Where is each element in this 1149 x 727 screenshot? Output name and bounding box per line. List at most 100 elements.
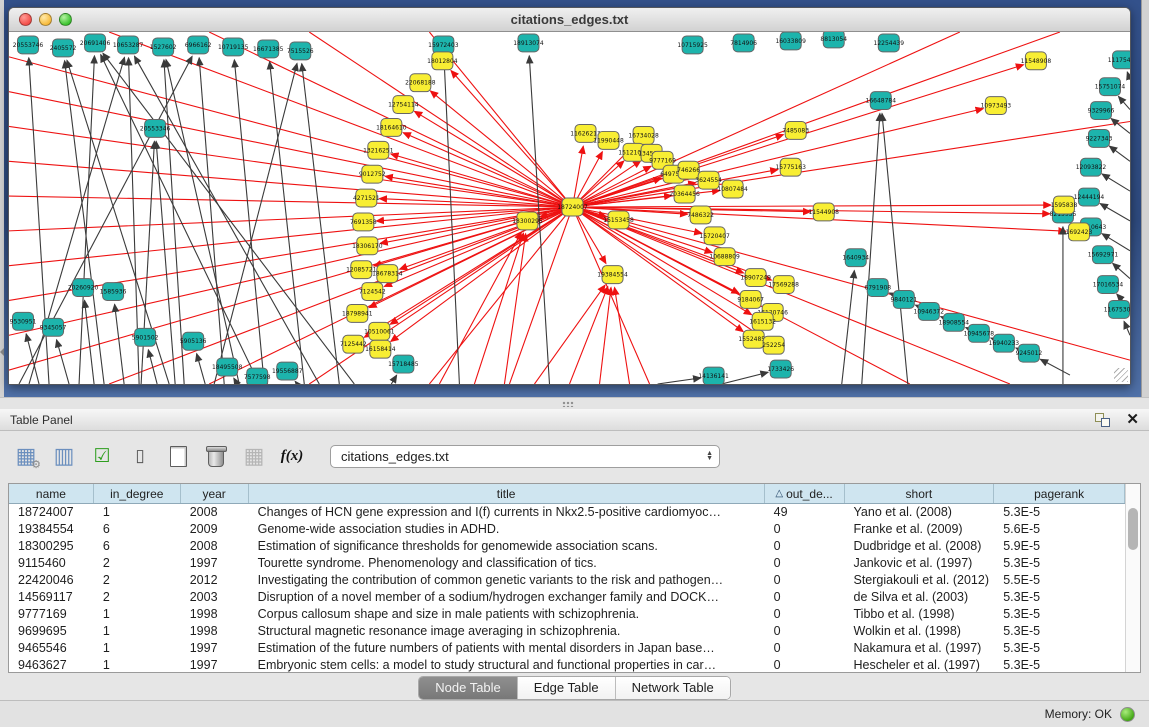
table-cell[interactable]: 2 [94,589,181,606]
graph-node-17016534[interactable]: 17016534 [1093,276,1124,294]
table-row[interactable]: 969969511998Structural magnetic resonanc… [9,623,1125,640]
table-row[interactable]: 946362711997Embryonic stem cells: a mode… [9,657,1125,672]
table-cell[interactable]: Disruption of a novel member of a sodium… [249,589,765,606]
graph-node-9345057[interactable]: 9345057 [40,318,67,336]
table-cell[interactable]: 1 [94,623,181,640]
graph-node-7515526[interactable]: 7515526 [287,42,314,60]
table-cell[interactable]: 0 [765,538,845,555]
table-row[interactable]: 2242004622012Investigating the contribut… [9,572,1125,589]
citation-edge-black[interactable] [295,381,297,384]
function-builder-icon[interactable]: f(x) [278,442,306,470]
window-resize-grip[interactable] [1114,368,1128,382]
graph-node-20553746[interactable]: 20553746 [13,36,44,54]
table-cell[interactable]: Embryonic stem cells: a model to study s… [249,657,765,672]
table-cell[interactable]: 5.3E-5 [994,555,1125,572]
graph-node-7577598[interactable]: 7577598 [244,368,271,384]
tab-network-table[interactable]: Network Table [616,677,730,699]
table-cell[interactable]: Hescheler et al. (1997) [845,657,995,672]
graph-node-6966162[interactable]: 6966162 [185,36,212,54]
graph-node-18678314[interactable]: 18678314 [372,265,403,283]
table-row[interactable]: 1938455462009Genome-wide association stu… [9,521,1125,538]
column-header-name[interactable]: name [9,484,94,503]
table-cell[interactable]: Nakamura et al. (1997) [845,640,995,657]
tab-edge-table[interactable]: Edge Table [518,677,616,699]
citation-edge-black[interactable] [391,375,396,384]
graph-node-10946372[interactable]: 10946372 [914,302,945,320]
scrollbar-thumb[interactable] [1128,508,1138,550]
table-cell[interactable]: 5.6E-5 [994,521,1125,538]
table-cell[interactable]: Changes of HCN gene expression and I(f) … [249,504,765,521]
citation-edge-red[interactable] [573,32,960,207]
table-cell[interactable]: de Silva et al. (2003) [845,589,995,606]
collapse-panel-arrow-icon[interactable] [0,348,4,356]
citation-edge-red[interactable] [439,232,521,384]
table-cell[interactable]: 2 [94,555,181,572]
graph-node-10807484[interactable]: 10807484 [717,180,748,198]
graph-node-18913074[interactable]: 18913074 [513,34,544,52]
graph-node-18164610[interactable]: 18164610 [376,119,407,137]
table-cell[interactable]: 9115460 [9,555,94,572]
citation-edge-red[interactable] [309,207,572,384]
graph-node-7486322[interactable]: 7486322 [687,206,714,224]
table-cell[interactable]: 9699695 [9,623,94,640]
table-cell[interactable]: Franke et al. (2009) [845,521,995,538]
table-row[interactable]: 977716911998Corpus callosum shape and si… [9,606,1125,623]
graph-node-15718485[interactable]: 15718485 [388,355,419,373]
select-rows-icon[interactable]: ☑ [88,442,116,470]
citation-edge-black[interactable] [444,58,459,384]
graph-node-252254[interactable]: 252254 [762,336,785,354]
table-cell[interactable]: 0 [765,640,845,657]
citation-edge-red[interactable] [534,285,605,384]
graph-node-9840121[interactable]: 9840121 [890,291,917,309]
vertical-scrollbar[interactable] [1125,484,1140,672]
citation-edge-black[interactable] [1109,146,1130,161]
graph-node-10688809[interactable]: 10688809 [709,248,740,266]
table-cell[interactable]: Investigating the contribution of common… [249,572,765,589]
table-cell[interactable]: 1 [94,640,181,657]
graph-node-15751074[interactable]: 15751074 [1095,78,1126,96]
table-cell[interactable]: 1 [94,504,181,521]
network-window-titlebar[interactable]: citations_edges.txt [9,8,1130,32]
column-header-out_de[interactable]: △out_de... [765,484,845,503]
citation-edge-red[interactable] [109,32,572,207]
citation-edge-black[interactable] [1124,321,1130,335]
delete-column-icon[interactable]: ▦ [240,442,268,470]
column-header-in_degree[interactable]: in_degree [94,484,181,503]
graph-node-1640934[interactable]: 1640934 [842,249,869,267]
table-cell[interactable]: 2 [94,572,181,589]
graph-node-6791908[interactable]: 6791908 [864,279,891,297]
citation-edge-black[interactable] [882,113,908,384]
table-row[interactable]: 911546021997Tourette syndrome. Phenomeno… [9,555,1125,572]
citation-edge-black[interactable] [214,63,297,384]
table-cell[interactable]: 1 [94,657,181,672]
citation-edge-red[interactable] [414,111,572,207]
citation-edge-black[interactable] [1102,174,1130,191]
citation-edge-red[interactable] [573,207,744,332]
table-cell[interactable]: 1997 [181,640,249,657]
citation-edge-black[interactable] [1040,359,1070,375]
table-cell[interactable]: 22420046 [9,572,94,589]
graph-node-9245012[interactable]: 9245012 [1016,344,1043,362]
table-cell[interactable]: 0 [765,521,845,538]
citation-edge-black[interactable] [156,141,175,384]
table-cell[interactable]: 5.3E-5 [994,589,1125,606]
citation-edge-red[interactable] [570,287,608,384]
column-header-title[interactable]: title [249,484,765,503]
table-cell[interactable]: Estimation of the future numbers of pati… [249,640,765,657]
table-cell[interactable]: 1997 [181,657,249,672]
table-cell[interactable]: 5.3E-5 [994,657,1125,672]
graph-node-9012752[interactable]: 9012752 [359,165,386,183]
table-cell[interactable]: Genome-wide association studies in ADHD. [249,521,765,538]
table-cell[interactable]: 5.3E-5 [994,606,1125,623]
minimize-window-button[interactable] [39,13,52,26]
table-cell[interactable]: 9777169 [9,606,94,623]
table-cell[interactable]: 0 [765,572,845,589]
graph-node-7691358[interactable]: 7691358 [350,213,377,231]
graph-node-10715925[interactable]: 10715925 [677,36,708,54]
splitter-grip-icon[interactable] [562,401,574,407]
graph-node-22068188[interactable]: 22068188 [405,74,436,92]
graph-node-15153458[interactable]: 15153458 [603,211,634,229]
table-cell[interactable]: Wolkin et al. (1998) [845,623,995,640]
graph-node-19556887[interactable]: 19556887 [272,362,303,380]
new-table-icon[interactable] [164,442,192,470]
